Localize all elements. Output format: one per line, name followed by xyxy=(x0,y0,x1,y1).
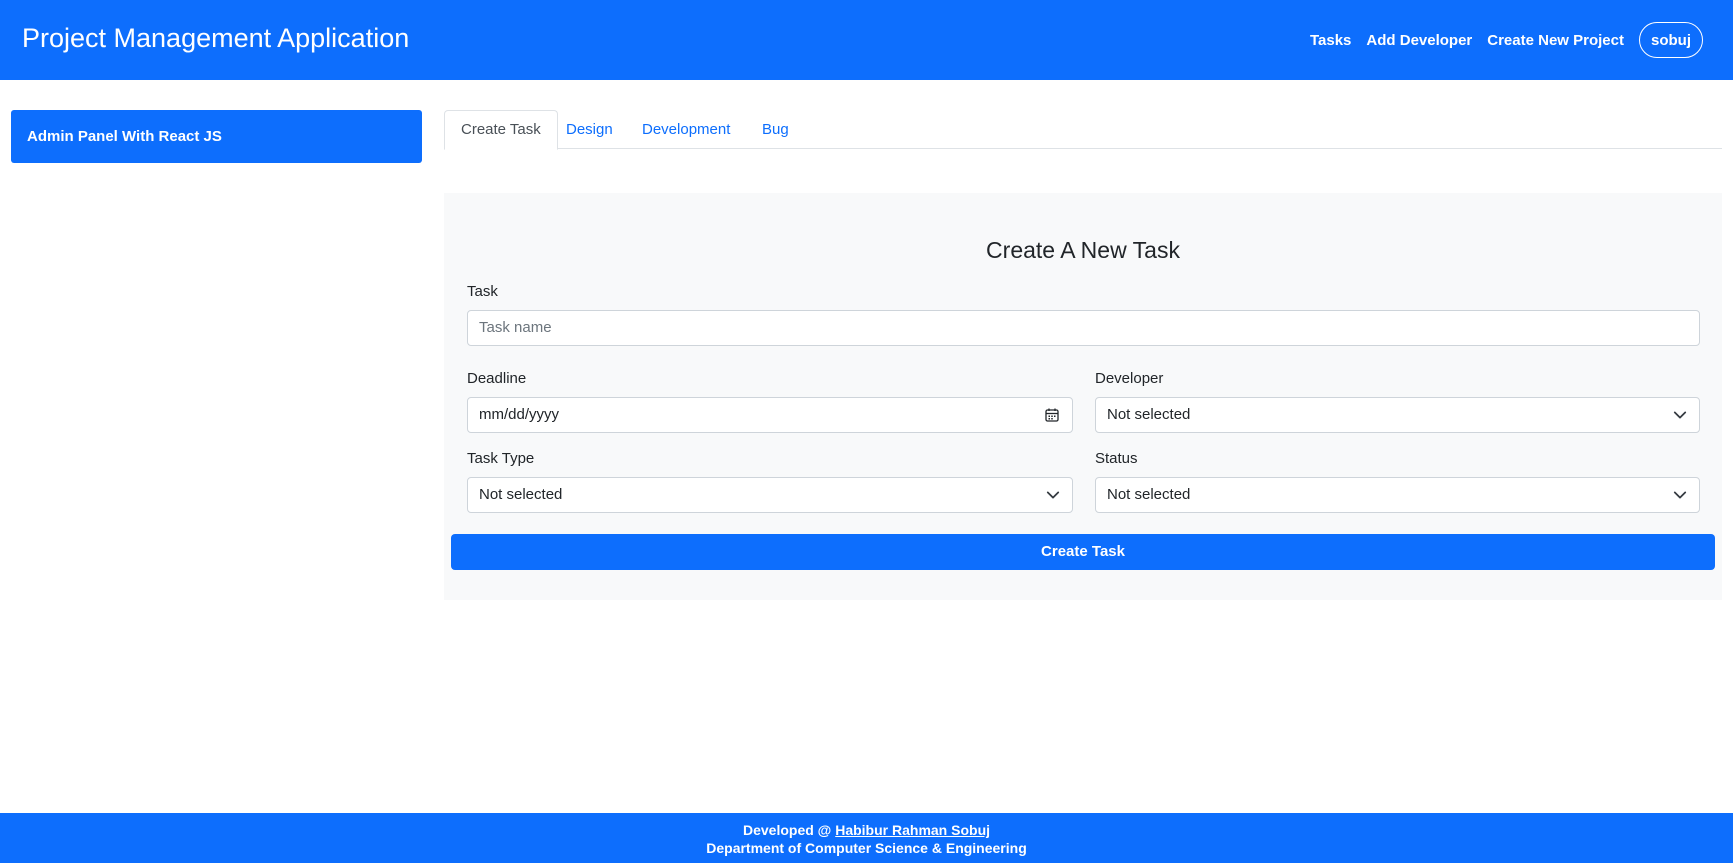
tab-bug[interactable]: Bug xyxy=(746,110,805,149)
nav-link-create-new-project[interactable]: Create New Project xyxy=(1487,32,1624,49)
create-task-form: Create A New Task Task Task name Deadlin… xyxy=(444,193,1722,600)
calendar-icon[interactable] xyxy=(1044,407,1060,423)
developer-selected-value: Not selected xyxy=(1107,406,1191,423)
status-select[interactable]: Not selected xyxy=(1095,477,1700,513)
app-title: Project Management Application xyxy=(22,23,410,53)
top-navbar: Project Management Application Tasks Add… xyxy=(0,0,1733,80)
tab-create-task[interactable]: Create Task xyxy=(444,110,558,150)
task-type-label: Task Type xyxy=(467,450,535,467)
chevron-down-icon xyxy=(1673,411,1687,419)
form-title: Create A New Task xyxy=(986,237,1180,263)
create-task-button[interactable]: Create Task xyxy=(451,534,1715,570)
task-label: Task xyxy=(467,283,498,300)
author-link[interactable]: Habibur Rahman Sobuj xyxy=(835,822,990,838)
chevron-down-icon xyxy=(1673,491,1687,499)
nav-link-add-developer[interactable]: Add Developer xyxy=(1366,32,1472,49)
developer-label: Developer xyxy=(1095,370,1164,387)
task-type-selected-value: Not selected xyxy=(479,486,563,503)
user-menu-button[interactable]: sobuj xyxy=(1639,22,1703,58)
chevron-down-icon xyxy=(1046,491,1060,499)
footer-credit-prefix: Developed @ xyxy=(742,822,836,838)
deadline-label: Deadline xyxy=(467,370,527,387)
nav-link-tasks[interactable]: Tasks xyxy=(1310,32,1351,49)
task-type-select[interactable]: Not selected xyxy=(467,477,1073,513)
deadline-date-input[interactable]: mm/dd/yyyy xyxy=(467,397,1073,433)
footer: Developed @ Habibur Rahman Sobuj Departm… xyxy=(0,813,1733,863)
deadline-placeholder: mm/dd/yyyy xyxy=(479,406,560,423)
tab-development[interactable]: Development xyxy=(626,110,746,149)
footer-department: Department of Computer Science & Enginee… xyxy=(706,840,1027,856)
task-name-input[interactable]: Task name xyxy=(467,310,1700,346)
status-selected-value: Not selected xyxy=(1107,486,1191,503)
tab-design[interactable]: Design xyxy=(550,110,629,149)
sidebar-panel-title: Admin Panel With React JS xyxy=(11,110,422,163)
task-tabs: Create Task Design Development Bug xyxy=(444,110,1722,150)
status-label: Status xyxy=(1095,450,1138,467)
nav-links: Tasks Add Developer Create New Project s… xyxy=(1295,22,1703,58)
developer-select[interactable]: Not selected xyxy=(1095,397,1700,433)
footer-credit: Developed @ Habibur Rahman Sobuj xyxy=(0,821,1733,839)
